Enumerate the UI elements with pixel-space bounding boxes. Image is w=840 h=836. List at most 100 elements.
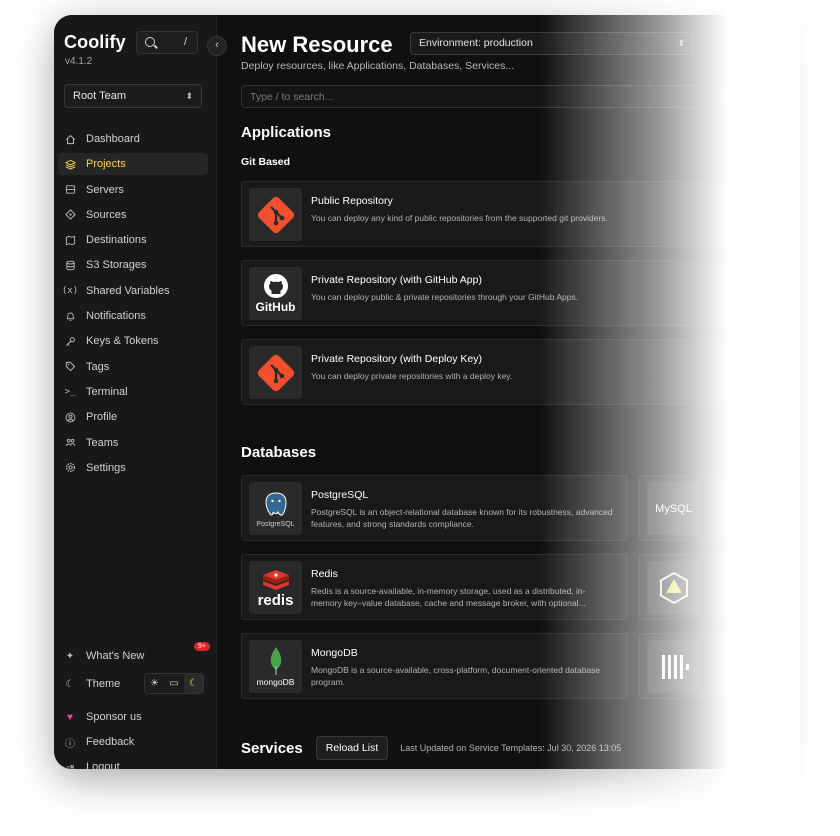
sidebar-item-s3-storages[interactable]: S3 Storages — [58, 254, 208, 276]
user-icon — [64, 411, 76, 423]
sidebar-item-sources[interactable]: Sources — [58, 204, 208, 226]
whats-new-button[interactable]: ✦ What's New 9+ — [58, 642, 210, 667]
postgresql-logo-text: PostgreSQL — [256, 520, 295, 528]
services-heading: Services — [241, 739, 303, 757]
team-select-value: Root Team — [73, 90, 126, 102]
last-updated-text: Last Updated on Service Templates: Jul 3… — [400, 743, 622, 753]
sidebar-item-notifications[interactable]: Notifications — [58, 305, 208, 327]
sidebar-item-label: Teams — [86, 436, 119, 449]
theme-toggle: ☀ ▭ ☾ — [144, 673, 204, 694]
clickhouse-logo-icon — [647, 640, 700, 693]
search-icon — [145, 37, 155, 47]
reload-list-button[interactable]: Reload List — [315, 736, 389, 760]
database-icon — [64, 259, 76, 271]
moon-icon[interactable]: ☾ — [183, 674, 203, 693]
card-description: PostgreSQL is an object-relational datab… — [311, 507, 613, 529]
tag-icon — [64, 361, 76, 373]
databases-heading: Databases — [241, 444, 317, 461]
team-select[interactable]: Root Team ⬍ — [64, 84, 202, 108]
environment-select-value: Environment: production — [419, 37, 533, 49]
sponsor-label: Sponsor us — [86, 711, 142, 723]
card-description: You can deploy private repositories with… — [311, 371, 513, 381]
sidebar-item-profile[interactable]: Profile — [58, 406, 208, 428]
sidebar: Coolify v4.1.2 / Root Team ⬍ Dashboard P… — [54, 15, 217, 769]
sidebar-item-label: Keys & Tokens — [86, 335, 159, 348]
redis-logo-icon: redis — [249, 561, 302, 614]
mongodb-logo-icon: mongoDB — [249, 640, 302, 693]
git-logo-icon — [249, 188, 302, 241]
applications-heading: Applications — [241, 124, 332, 141]
mongodb-card[interactable]: mongoDB MongoDB MongoDB is a source-avai… — [241, 633, 628, 699]
environment-select[interactable]: Environment: production ⬍ — [410, 32, 694, 55]
mysql-logo-icon: MySQL — [647, 482, 700, 535]
bell-icon — [64, 310, 76, 322]
gear-icon — [64, 462, 76, 474]
collapse-sidebar-button[interactable]: ‹ — [207, 36, 227, 56]
logout-label: Logout — [86, 761, 120, 769]
card-title: Public Repository — [311, 195, 393, 207]
sparkles-icon: ✦ — [65, 650, 75, 662]
sidebar-item-tags[interactable]: Tags — [58, 356, 208, 378]
home-icon — [64, 133, 76, 145]
sidebar-item-label: Destinations — [86, 234, 147, 247]
card-description: MongoDB is a source-available, cross-pla… — [311, 665, 601, 687]
sidebar-item-shared-variables[interactable]: (x) Shared Variables — [58, 280, 208, 302]
private-repository-github-card[interactable]: GitHub Private Repository (with GitHub A… — [241, 260, 761, 326]
card-title: Redis — [311, 568, 338, 580]
whats-new-label: What's New — [86, 650, 145, 662]
feedback-button[interactable]: ⓘ Feedback — [58, 731, 210, 753]
public-repository-card[interactable]: Public Repository You can deploy any kin… — [241, 181, 761, 247]
github-logo-text: GitHub — [255, 300, 296, 314]
sidebar-item-terminal[interactable]: >_ Terminal — [58, 381, 208, 403]
brand-logo[interactable]: Coolify — [64, 32, 126, 53]
sidebar-item-destinations[interactable]: Destinations — [58, 229, 208, 251]
variables-icon: (x) — [61, 285, 79, 296]
page-subtitle: Deploy resources, like Applications, Dat… — [241, 60, 515, 72]
layers-icon — [64, 158, 76, 170]
theme-row: ☾ Theme ☀ ▭ ☾ — [58, 673, 210, 695]
logout-icon: ⇥ — [65, 761, 75, 770]
clickhouse-card[interactable] — [639, 633, 769, 699]
services-header: Services Reload List Last Updated on Ser… — [241, 736, 621, 760]
theme-label: Theme — [86, 678, 121, 690]
logout-button[interactable]: ⇥ Logout — [58, 756, 210, 769]
redis-card[interactable]: redis Redis Redis is a source-available,… — [241, 554, 628, 620]
sun-icon[interactable]: ☀ — [145, 674, 164, 693]
team-icon — [64, 437, 76, 449]
card-description: You can deploy any kind of public reposi… — [311, 213, 608, 223]
key-icon — [64, 335, 76, 347]
git-logo-icon — [249, 346, 302, 399]
card-title: Private Repository (with Deploy Key) — [311, 353, 482, 365]
git-icon — [64, 209, 76, 221]
whats-new-badge: 9+ — [194, 642, 210, 651]
postgresql-card[interactable]: PostgreSQL PostgreSQL PostgreSQL is an o… — [241, 475, 628, 541]
card-title: Private Repository (with GitHub App) — [311, 274, 482, 286]
app-window: Coolify v4.1.2 / Root Team ⬍ Dashboard P… — [54, 15, 774, 769]
git-based-heading: Git Based — [241, 156, 291, 168]
sidebar-item-label: Notifications — [86, 310, 146, 323]
main-content: New Resource Environment: production ⬍ D… — [217, 15, 774, 769]
sidebar-item-servers[interactable]: Servers — [58, 179, 208, 201]
sponsor-link[interactable]: ♥ Sponsor us — [58, 706, 210, 728]
chevron-left-icon: ‹ — [215, 39, 219, 51]
mysql-card[interactable]: MySQL — [639, 475, 769, 541]
mongodb-logo-text: mongoDB — [256, 677, 295, 687]
sidebar-item-teams[interactable]: Teams — [58, 432, 208, 454]
sidebar-item-settings[interactable]: Settings — [58, 457, 208, 479]
sidebar-item-dashboard[interactable]: Dashboard — [58, 128, 208, 150]
keydb-logo-icon — [647, 561, 700, 614]
sidebar-item-label: Projects — [86, 158, 126, 171]
resource-search-input[interactable] — [241, 85, 761, 108]
sidebar-item-label: Terminal — [86, 385, 128, 398]
redis-logo-text: redis — [257, 592, 294, 609]
sidebar-item-keys-tokens[interactable]: Keys & Tokens — [58, 330, 208, 352]
global-search-button[interactable]: / — [136, 31, 198, 54]
sidebar-bottom: ✦ What's New 9+ ☾ Theme ☀ ▭ ☾ ♥ Sponsor … — [58, 642, 210, 769]
monitor-icon[interactable]: ▭ — [164, 674, 183, 693]
keydb-card[interactable] — [639, 554, 769, 620]
version-label: v4.1.2 — [65, 56, 93, 67]
private-repository-deploy-key-card[interactable]: Private Repository (with Deploy Key) You… — [241, 339, 761, 405]
sidebar-item-projects[interactable]: Projects — [58, 153, 208, 176]
postgresql-logo-icon: PostgreSQL — [249, 482, 302, 535]
server-icon — [64, 184, 76, 196]
